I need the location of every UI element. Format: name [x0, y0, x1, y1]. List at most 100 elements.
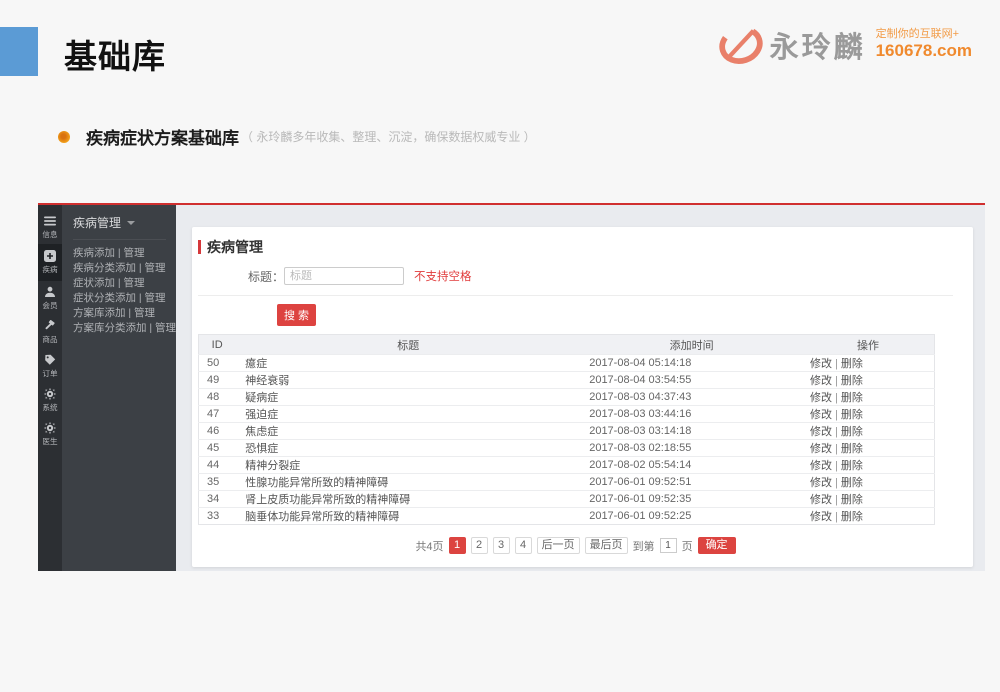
delete-link[interactable]: 删除 — [841, 443, 863, 455]
action-separator: | — [835, 392, 838, 404]
goto-page-input[interactable] — [659, 538, 677, 553]
action-separator: | — [835, 494, 838, 506]
action-separator: | — [835, 358, 838, 370]
submenu-header[interactable]: 疾病管理 — [73, 214, 166, 231]
next-page-button[interactable]: 后一页 — [536, 537, 580, 554]
admin-panel: 信息疾病会员商品订单系统医生 疾病管理 疾病添加 | 管理 疾病分类添加 | 管理… — [38, 203, 985, 571]
delete-link[interactable]: 删除 — [841, 426, 863, 438]
sidebar-item-system[interactable]: 系统 — [38, 383, 62, 417]
cell-title: 焦虑症 — [235, 422, 582, 440]
edit-link[interactable]: 修改 — [810, 392, 832, 404]
table-row: 44 精神分裂症 2017-08-02 05:54:14 修改 | 删除 — [198, 456, 935, 474]
cell-title: 性腺功能异常所致的精神障碍 — [235, 473, 582, 491]
sidebar-item-label: 商品 — [42, 334, 58, 344]
delete-link[interactable]: 删除 — [841, 375, 863, 387]
page-button-1[interactable]: 1 — [448, 537, 466, 554]
delete-link[interactable]: 删除 — [841, 511, 863, 523]
edit-link[interactable]: 修改 — [810, 358, 832, 370]
search-button[interactable]: 搜 索 — [277, 304, 317, 326]
cell-time: 2017-08-04 03:54:55 — [581, 371, 802, 389]
last-page-button[interactable]: 最后页 — [584, 537, 628, 554]
gear-icon — [44, 387, 56, 400]
cell-id: 47 — [198, 405, 236, 423]
disease-table: ID 标题 添加时间 操作 50 癔症 2017-08-04 05:14:18 修改 |… — [198, 334, 935, 525]
page-button-4[interactable]: 4 — [514, 537, 532, 554]
sidebar-rail: 信息疾病会员商品订单系统医生 — [38, 205, 62, 571]
cell-time: 2017-06-01 09:52:51 — [581, 473, 802, 491]
cell-title: 恐惧症 — [235, 439, 582, 457]
cell-actions: 修改 | 删除 — [802, 405, 935, 423]
sidebar-item-disease[interactable]: 疾病 — [38, 244, 62, 281]
cell-actions: 修改 | 删除 — [802, 490, 935, 508]
col-header-time: 添加时间 — [581, 334, 802, 355]
delete-link[interactable]: 删除 — [841, 460, 863, 472]
sidebar-item-label: 订单 — [42, 368, 58, 378]
delete-link[interactable]: 删除 — [841, 494, 863, 506]
edit-link[interactable]: 修改 — [810, 460, 832, 472]
delete-link[interactable]: 删除 — [841, 477, 863, 489]
cell-id: 46 — [198, 422, 236, 440]
submenu-item[interactable]: 疾病分类添加 | 管理 — [73, 262, 166, 274]
cell-actions: 修改 | 删除 — [802, 439, 935, 457]
sidebar-item-info[interactable]: 信息 — [38, 210, 62, 244]
page-button-3[interactable]: 3 — [492, 537, 510, 554]
action-separator: | — [835, 426, 838, 438]
edit-link[interactable]: 修改 — [810, 477, 832, 489]
cell-time: 2017-08-03 02:18:55 — [581, 439, 802, 457]
card-title-row: 疾病管理 — [198, 237, 953, 257]
sidebar-item-label: 会员 — [42, 300, 58, 310]
search-hint: 不支持空格 — [414, 271, 472, 283]
chevron-down-icon — [127, 220, 136, 225]
table-body: 50 癔症 2017-08-04 05:14:18 修改 | 删除 49 神经衰弱 2017-0… — [198, 354, 935, 525]
page-title: 基础库 — [64, 38, 166, 75]
confirm-button[interactable]: 确定 — [697, 537, 736, 554]
search-input[interactable] — [284, 267, 405, 285]
submenu-item[interactable]: 疾病添加 | 管理 — [73, 247, 166, 259]
divider — [198, 295, 953, 296]
edit-link[interactable]: 修改 — [810, 511, 832, 523]
action-separator: | — [835, 511, 838, 523]
action-separator: | — [835, 477, 838, 489]
action-separator: | — [835, 409, 838, 421]
submenu-item[interactable]: 症状添加 | 管理 — [73, 277, 166, 289]
cell-actions: 修改 | 删除 — [802, 456, 935, 474]
cell-actions: 修改 | 删除 — [802, 388, 935, 406]
tag-icon — [44, 354, 56, 366]
cell-id: 34 — [198, 490, 236, 508]
sidebar-item-member[interactable]: 会员 — [38, 281, 62, 315]
cell-title: 癔症 — [235, 354, 582, 372]
sidebar-item-product[interactable]: 商品 — [38, 315, 62, 349]
content-area: 疾病管理 标题： 不支持空格 搜 索 ID 标题 添加时间 操作 — [176, 205, 985, 571]
action-separator: | — [835, 443, 838, 455]
sidebar-item-label: 医生 — [42, 436, 58, 446]
cell-id: 33 — [198, 507, 236, 525]
submenu-item[interactable]: 方案库添加 | 管理 — [73, 307, 166, 319]
menu-icon — [44, 215, 56, 227]
submenu-item[interactable]: 症状分类添加 | 管理 — [73, 292, 166, 304]
sidebar-item-label: 疾病 — [42, 265, 58, 274]
table-row: 47 强迫症 2017-08-03 03:44:16 修改 | 删除 — [198, 405, 935, 423]
table-row: 45 恐惧症 2017-08-03 02:18:55 修改 | 删除 — [198, 439, 935, 457]
brand-domain: 160678.com — [875, 41, 972, 61]
page-button-2[interactable]: 2 — [470, 537, 488, 554]
brand-name: 永玲麟 — [769, 32, 866, 64]
table-row: 48 疑病症 2017-08-03 04:37:43 修改 | 删除 — [198, 388, 935, 406]
sidebar-item-order[interactable]: 订单 — [38, 349, 62, 383]
edit-link[interactable]: 修改 — [810, 494, 832, 506]
delete-link[interactable]: 删除 — [841, 392, 863, 404]
submenu-panel: 疾病管理 疾病添加 | 管理 疾病分类添加 | 管理 症状添加 | 管理 症状分类添加… — [62, 205, 176, 571]
delete-link[interactable]: 删除 — [841, 409, 863, 421]
submenu-item[interactable]: 方案库分类添加 | 管理 — [73, 322, 176, 334]
edit-link[interactable]: 修改 — [810, 375, 832, 387]
edit-link[interactable]: 修改 — [810, 409, 832, 421]
table-row: 33 脑垂体功能异常所致的精神障碍 2017-06-01 09:52:25 修改 | 删除 — [198, 507, 935, 525]
cell-time: 2017-08-03 04:37:43 — [581, 388, 802, 406]
title-accent-bar — [198, 240, 201, 254]
delete-link[interactable]: 删除 — [841, 358, 863, 370]
edit-link[interactable]: 修改 — [810, 426, 832, 438]
plus-square-icon — [44, 250, 56, 262]
table-row: 35 性腺功能异常所致的精神障碍 2017-06-01 09:52:51 修改 | 删除 — [198, 473, 935, 491]
sidebar-item-doctor[interactable]: 医生 — [38, 417, 62, 451]
edit-link[interactable]: 修改 — [810, 443, 832, 455]
brand-logo: 永玲麟 定制你的互联网+ 160678.com — [718, 24, 972, 66]
